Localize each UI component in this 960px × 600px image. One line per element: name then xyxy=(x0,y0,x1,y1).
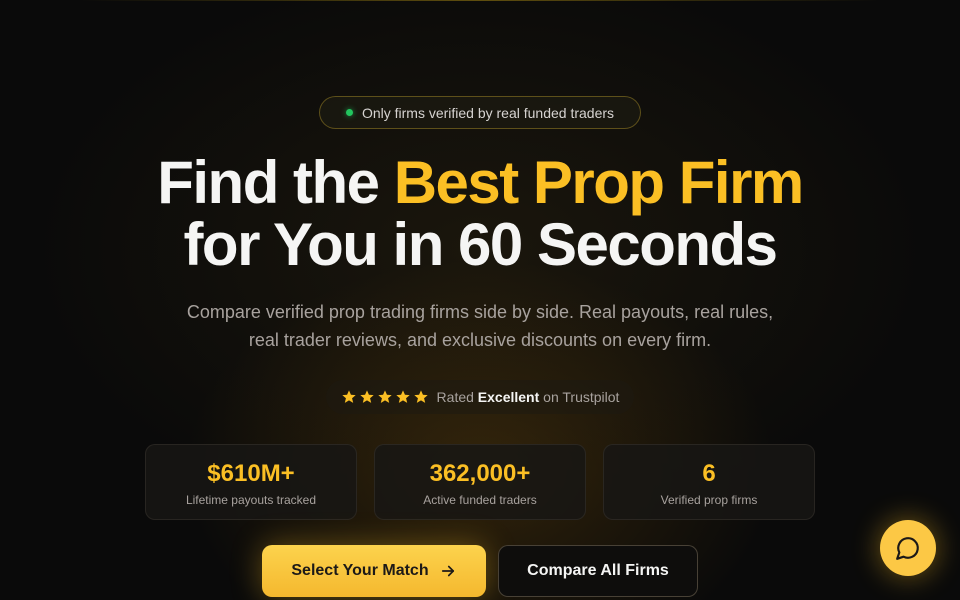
stat-value: 362,000+ xyxy=(429,460,531,487)
status-dot-icon xyxy=(345,109,353,116)
select-your-match-button[interactable]: Select Your Match xyxy=(262,545,486,597)
trustpilot-rating: Rated Excellent on Trustpilot xyxy=(326,380,634,414)
stat-card-traders: 362,000+ Active funded traders xyxy=(374,444,586,520)
compare-all-firms-button[interactable]: Compare All Firms xyxy=(498,545,698,597)
top-divider xyxy=(80,0,880,1)
stat-value: 6 xyxy=(702,460,716,487)
headline-line1: Find the Best Prop Firm xyxy=(157,149,805,216)
star-icon xyxy=(413,390,428,403)
headline-line2: for You in 60 Seconds xyxy=(183,211,778,278)
star-icon xyxy=(395,390,410,403)
chat-bubble-icon xyxy=(896,537,919,560)
verified-badge: Only firms verified by real funded trade… xyxy=(319,96,641,129)
hero-subtitle: Compare verified prop trading firms side… xyxy=(186,302,774,350)
badge-text: Only firms verified by real funded trade… xyxy=(361,104,615,121)
headline-accent: Best Prop Firm xyxy=(393,149,805,216)
star-icon xyxy=(377,390,392,403)
stat-label: Active funded traders xyxy=(423,493,537,507)
rating-stars xyxy=(341,389,429,405)
primary-button-label: Select Your Match xyxy=(291,562,429,579)
headline-prefix: Find the xyxy=(157,149,394,216)
rating-prefix: Rated xyxy=(436,389,478,405)
stat-card-payouts: $610M+ Lifetime payouts tracked xyxy=(145,444,357,520)
secondary-button-label: Compare All Firms xyxy=(527,562,669,579)
star-icon xyxy=(359,390,374,403)
rating-suffix: on Trustpilot xyxy=(539,389,620,405)
rating-strong: Excellent xyxy=(477,389,540,405)
arrow-right-icon xyxy=(441,565,454,577)
star-icon xyxy=(341,390,356,403)
rating-text: Rated Excellent on Trustpilot xyxy=(437,389,620,405)
chat-launcher-button[interactable] xyxy=(880,520,936,576)
stat-card-firms: 6 Verified prop firms xyxy=(603,444,815,520)
stat-value: $610M+ xyxy=(207,460,295,487)
stat-label: Lifetime payouts tracked xyxy=(185,493,317,507)
stat-label: Verified prop firms xyxy=(660,493,758,507)
hero-headline: Find the Best Prop Firm for You in 60 Se… xyxy=(0,152,960,276)
